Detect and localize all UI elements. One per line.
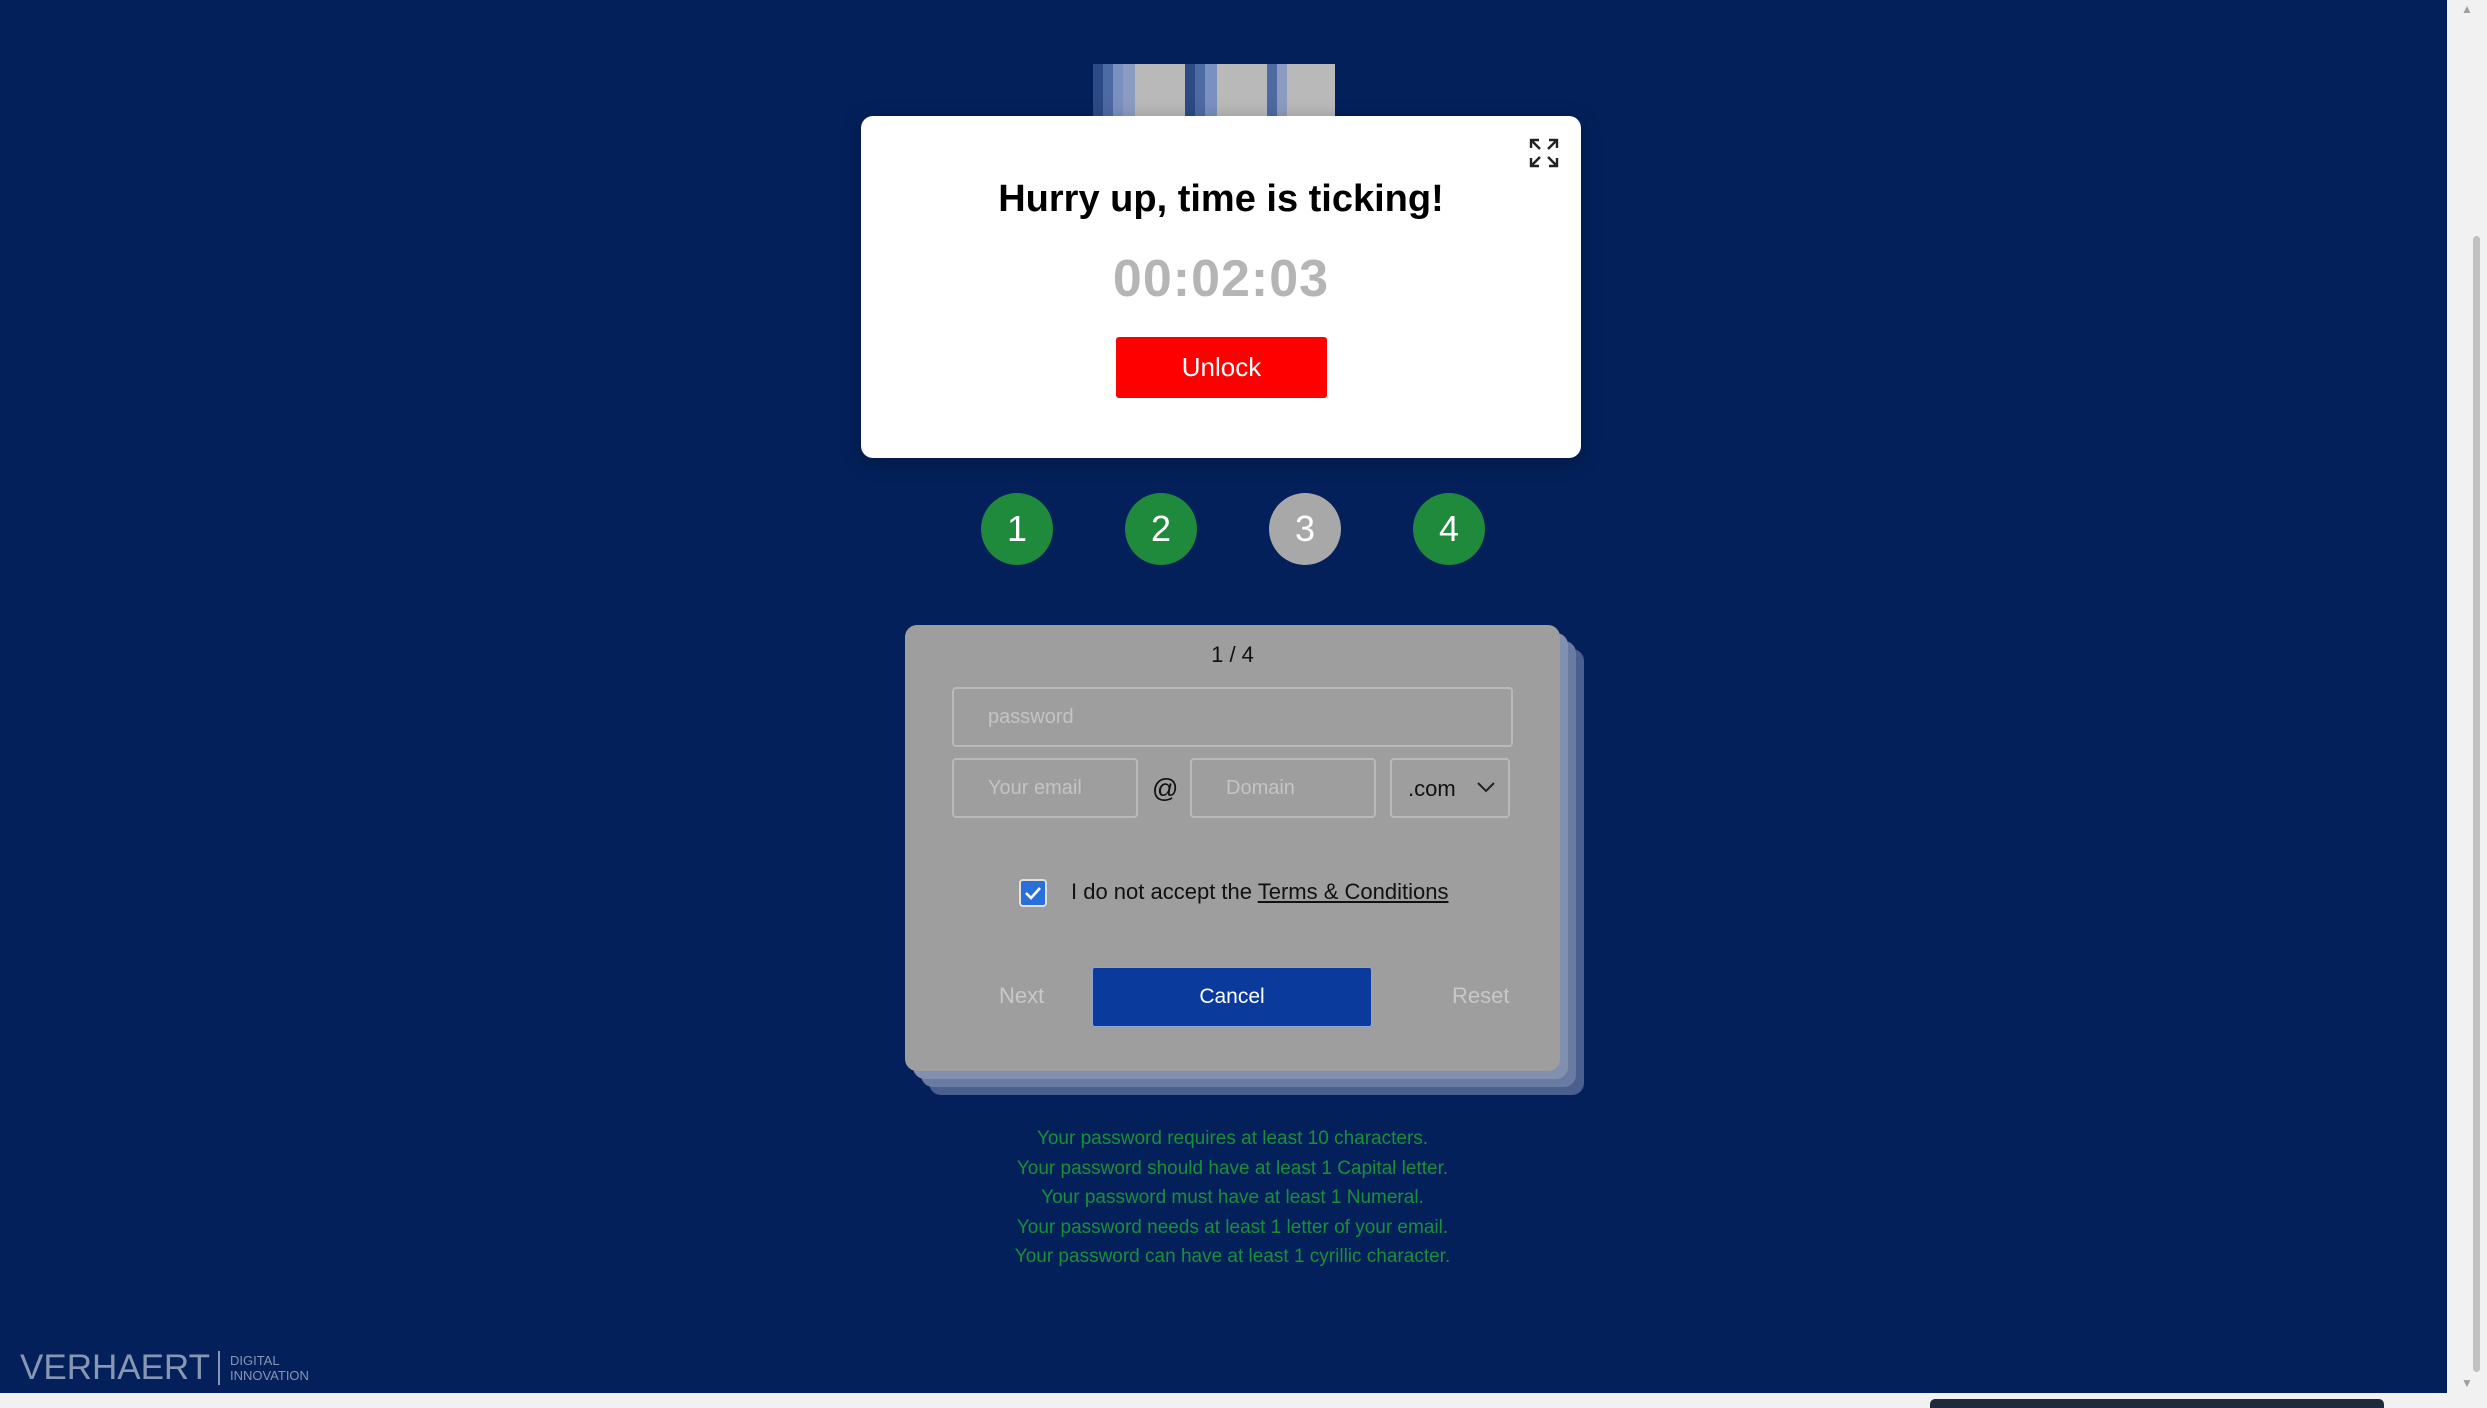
terms-checkbox[interactable] bbox=[1019, 879, 1047, 907]
unlock-button[interactable]: Unlock bbox=[1116, 337, 1327, 398]
password-input[interactable] bbox=[952, 687, 1513, 747]
chevron-down-icon bbox=[1476, 780, 1496, 794]
step-4[interactable]: 4 bbox=[1413, 493, 1485, 565]
requirement-item: Your password requires at least 10 chara… bbox=[1036, 1128, 1429, 1149]
logo-brand: VERHAERT bbox=[20, 1348, 210, 1387]
terms-link[interactable]: Terms & Conditions bbox=[1258, 879, 1449, 904]
terms-prefix: I do not accept the bbox=[1071, 879, 1258, 904]
horizontal-scrollbar-thumb[interactable] bbox=[1930, 1399, 2384, 1408]
requirement-item: Your password needs at least 1 letter of… bbox=[1016, 1216, 1449, 1238]
scroll-up-arrow-icon[interactable]: ▲ bbox=[2461, 2, 2473, 16]
email-input[interactable] bbox=[952, 758, 1138, 818]
requirement-item: Your password must have at least 1 Numer… bbox=[1041, 1187, 1424, 1208]
horizontal-scrollbar[interactable] bbox=[0, 1393, 2487, 1408]
checkmark-icon bbox=[1025, 887, 1041, 900]
countdown-modal: Hurry up, time is ticking! 00:02:03 Unlo… bbox=[861, 116, 1581, 458]
requirement-item: Your password can have at least 1 cyrill… bbox=[1014, 1246, 1451, 1267]
step-1[interactable]: 1 bbox=[981, 493, 1053, 565]
step-2[interactable]: 2 bbox=[1125, 493, 1197, 565]
tld-selected-value: .com bbox=[1408, 776, 1456, 801]
step-3[interactable]: 3 bbox=[1269, 493, 1341, 565]
scroll-down-arrow-icon[interactable]: ▼ bbox=[2461, 1376, 2473, 1390]
logo-subtitle: DIGITAL INNOVATION bbox=[230, 1353, 309, 1383]
at-symbol: @ bbox=[1152, 773, 1179, 803]
page-indicator: 1 / 4 bbox=[1211, 642, 1254, 667]
logo-sub-line2: INNOVATION bbox=[229, 1368, 309, 1383]
vertical-scrollbar-thumb[interactable] bbox=[2473, 236, 2480, 1372]
cancel-button[interactable]: Cancel bbox=[1092, 967, 1372, 1027]
countdown-timer: 00:02:03 bbox=[1112, 250, 1330, 308]
page-background: Hurry up, time is ticking! 00:02:03 Unlo… bbox=[0, 0, 2447, 1393]
logo-divider bbox=[217, 1351, 220, 1385]
next-button[interactable]: Next bbox=[999, 983, 1044, 1009]
login-form-card: 1 / 4 @ .com I do not accept the Terms &… bbox=[905, 625, 1560, 1071]
password-requirements: Your password requires at least 10 chara… bbox=[900, 1124, 1565, 1272]
domain-input[interactable] bbox=[1190, 758, 1376, 818]
requirement-item: Your password should have at least 1 Cap… bbox=[1016, 1157, 1449, 1179]
vertical-scrollbar[interactable]: ▲ ▼ bbox=[2447, 0, 2487, 1393]
modal-title: Hurry up, time is ticking! bbox=[998, 178, 1444, 220]
tld-select[interactable]: .com bbox=[1390, 758, 1510, 818]
reset-button[interactable]: Reset bbox=[1452, 983, 1509, 1009]
step-indicator: 1 2 3 4 bbox=[0, 493, 2447, 565]
company-logo: VERHAERT DIGITAL INNOVATION bbox=[20, 1348, 309, 1388]
logo-sub-line1: DIGITAL bbox=[229, 1353, 280, 1368]
expand-icon[interactable] bbox=[1527, 136, 1561, 170]
terms-label: I do not accept the Terms & Conditions bbox=[1071, 879, 1448, 905]
